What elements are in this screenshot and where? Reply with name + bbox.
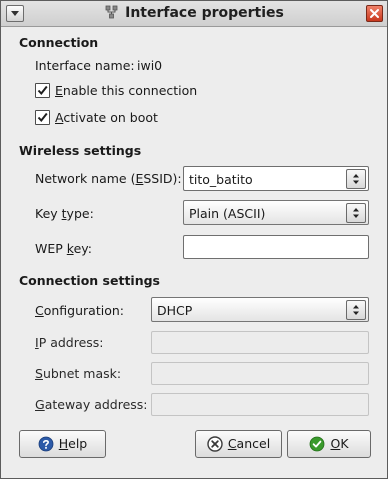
help-icon [38, 435, 54, 452]
key-type-select[interactable]: Plain (ASCII) [183, 200, 369, 225]
enable-connection-label[interactable]: Enable this connection [55, 83, 197, 98]
subnet-mask-label: Subnet mask: [35, 366, 122, 381]
essid-combo-entry[interactable]: tito_batito [183, 166, 369, 191]
interface-name-label: Interface name: [35, 58, 135, 73]
wireless-settings-heading: Wireless settings [19, 143, 142, 158]
configuration-label: Configuration: [35, 303, 124, 318]
essid-value: tito_batito [189, 172, 253, 187]
close-icon[interactable] [366, 5, 383, 22]
network-icon [104, 4, 119, 19]
title-bar: Interface properties [1, 1, 387, 27]
wep-key-input[interactable] [183, 235, 369, 259]
activate-on-boot-checkbox[interactable] [35, 110, 50, 125]
gateway-address-label: Gateway address: [35, 397, 148, 412]
gateway-address-input[interactable] [151, 393, 369, 416]
key-type-label: Key type: [35, 206, 94, 221]
window-title: Interface properties [125, 5, 284, 21]
ip-address-input[interactable] [151, 331, 369, 354]
subnet-mask-input[interactable] [151, 362, 369, 385]
essid-label: Network name (ESSID): [35, 171, 182, 186]
checkmark-icon [37, 85, 48, 96]
cancel-button[interactable]: Cancel [195, 430, 282, 458]
wep-key-label: WEP key: [35, 241, 92, 256]
updown-arrows-icon [353, 174, 359, 184]
key-type-dropdown-button[interactable] [346, 203, 366, 223]
connection-heading: Connection [19, 35, 99, 50]
enable-connection-checkbox[interactable] [35, 83, 50, 98]
activate-on-boot-label[interactable]: Activate on boot [55, 110, 158, 125]
ok-button[interactable]: OK [287, 430, 371, 458]
essid-dropdown-button[interactable] [346, 169, 366, 189]
interface-properties-dialog: Interface properties Connection Interfac… [0, 0, 388, 479]
ip-address-label: IP address: [35, 335, 104, 350]
configuration-value: DHCP [157, 303, 193, 318]
updown-arrows-icon [353, 208, 359, 218]
interface-name-value: iwi0 [137, 58, 163, 73]
checkmark-icon [37, 112, 48, 123]
configuration-select[interactable]: DHCP [151, 297, 369, 322]
ok-check-icon [309, 435, 325, 452]
connection-settings-heading: Connection settings [19, 273, 160, 288]
configuration-dropdown-button[interactable] [346, 300, 366, 320]
help-button[interactable]: Help [19, 430, 106, 458]
updown-arrows-icon [353, 305, 359, 315]
key-type-value: Plain (ASCII) [189, 206, 266, 221]
window-title-area: Interface properties [1, 1, 387, 26]
cancel-icon [207, 435, 223, 452]
